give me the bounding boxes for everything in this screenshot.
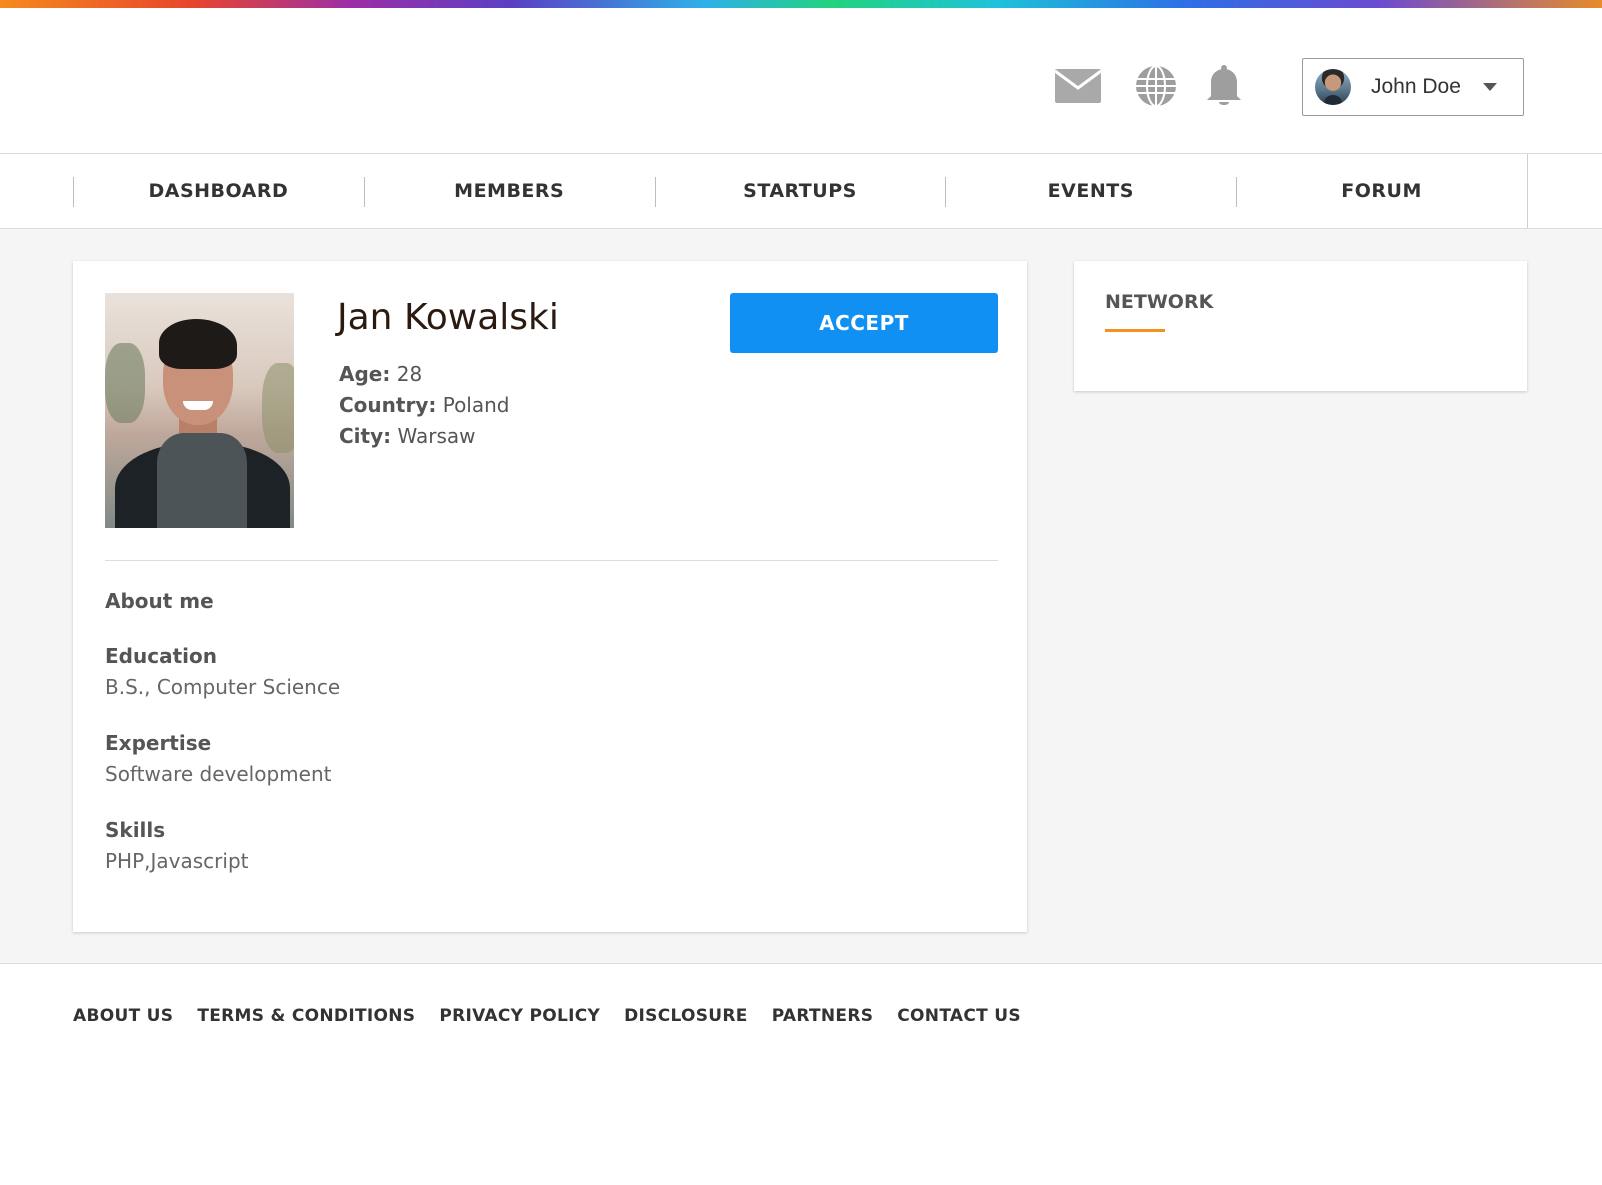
profile-facts: Age: 28 Country: Poland City: Warsaw	[339, 359, 510, 452]
profile-card: Jan Kowalski Age: 28 Country: Poland Cit…	[73, 261, 1027, 932]
user-name: John Doe	[1371, 75, 1461, 98]
network-title: NETWORK	[1105, 291, 1214, 313]
about-block-label: Skills	[105, 818, 166, 842]
divider	[105, 560, 998, 561]
about-block-value: PHP,Javascript	[105, 849, 249, 873]
about-block-education: Education B.S., Computer Science	[105, 641, 985, 703]
network-card: NETWORK	[1074, 261, 1527, 391]
fact-value: Poland	[442, 393, 510, 417]
about-block-label: Education	[105, 644, 217, 668]
footer-link-about-us[interactable]: ABOUT US	[73, 1006, 173, 1026]
about-block-skills: Skills PHP,Javascript	[105, 815, 985, 877]
fact-age: Age: 28	[339, 359, 510, 390]
about-block-value: B.S., Computer Science	[105, 675, 341, 699]
mail-icon[interactable]	[1050, 58, 1106, 114]
nav-item-members[interactable]: MEMBERS	[363, 154, 655, 228]
accept-button[interactable]: ACCEPT	[730, 293, 998, 353]
network-title-underline	[1105, 329, 1165, 332]
fact-label: City:	[339, 424, 392, 448]
nav-item-forum[interactable]: FORUM	[1236, 154, 1527, 228]
footer-link-privacy-policy[interactable]: PRIVACY POLICY	[439, 1006, 600, 1026]
top-rainbow-bar	[0, 0, 1602, 8]
footer-link-partners[interactable]: PARTNERS	[772, 1006, 874, 1026]
fact-country: Country: Poland	[339, 390, 510, 421]
about-block-value: Software development	[105, 762, 332, 786]
footer: ABOUT US TERMS & CONDITIONS PRIVACY POLI…	[0, 964, 1602, 1185]
about-title: About me	[105, 589, 214, 613]
footer-link-disclosure[interactable]: DISCLOSURE	[624, 1006, 748, 1026]
fact-value: 28	[396, 362, 423, 386]
about-block-label: Expertise	[105, 731, 212, 755]
footer-links: ABOUT US TERMS & CONDITIONS PRIVACY POLI…	[73, 1006, 1021, 1026]
about-block-expertise: Expertise Software development	[105, 728, 985, 790]
fact-label: Age:	[339, 362, 391, 386]
avatar	[1315, 69, 1351, 105]
nav-item-startups[interactable]: STARTUPS	[654, 154, 946, 228]
nav-item-events[interactable]: EVENTS	[945, 154, 1236, 228]
top-header: John Doe	[0, 8, 1602, 153]
fact-label: Country:	[339, 393, 437, 417]
fact-city: City: Warsaw	[339, 421, 510, 452]
globe-icon[interactable]	[1128, 58, 1184, 114]
footer-link-terms[interactable]: TERMS & CONDITIONS	[197, 1006, 415, 1026]
bell-icon[interactable]	[1196, 58, 1252, 114]
nav-item-dashboard[interactable]: DASHBOARD	[73, 154, 364, 228]
footer-link-contact-us[interactable]: CONTACT US	[897, 1006, 1021, 1026]
page: John Doe DASHBOARD MEMBERS STARTUPS EVEN…	[0, 0, 1602, 1185]
chevron-down-icon	[1482, 83, 1497, 91]
fact-value: Warsaw	[397, 424, 476, 448]
main-nav: DASHBOARD MEMBERS STARTUPS EVENTS FORUM	[0, 153, 1602, 229]
user-menu-dropdown[interactable]: John Doe	[1302, 58, 1524, 116]
about-section: About me Education B.S., Computer Scienc…	[105, 586, 985, 877]
profile-photo	[105, 293, 294, 528]
profile-name: Jan Kowalski	[337, 297, 559, 338]
